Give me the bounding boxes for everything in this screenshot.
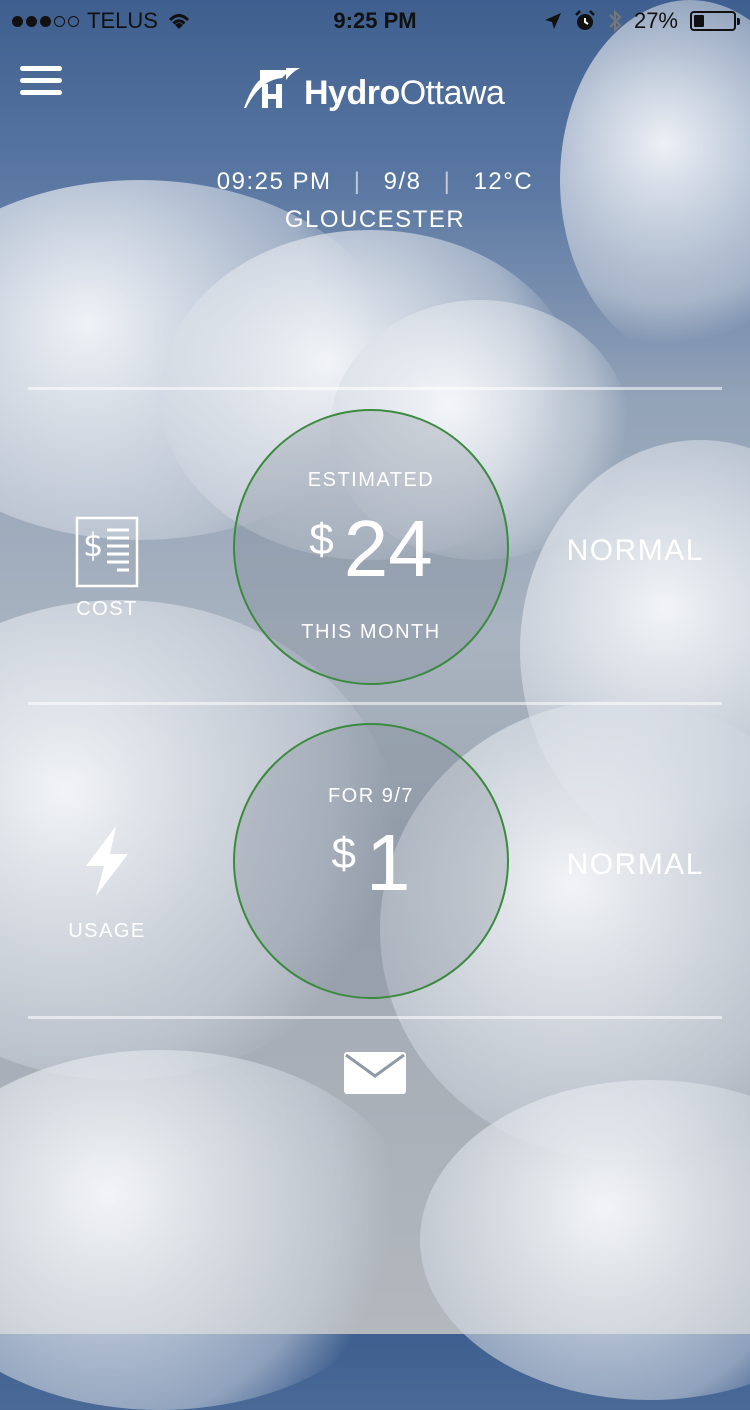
- separator: |: [353, 168, 362, 195]
- usage-label: USAGE: [68, 920, 146, 942]
- envelope-icon[interactable]: [344, 1052, 406, 1094]
- hamburger-menu-icon[interactable]: [20, 66, 62, 100]
- battery-percent: 27%: [633, 8, 678, 33]
- logo-mark-icon: [244, 68, 300, 108]
- usage-currency: $: [331, 829, 356, 878]
- info-line: 09:25 PM | 9/8 | 12°C: [0, 168, 750, 196]
- usage-top-text: FOR 9/7: [327, 785, 415, 807]
- info-date: 9/8: [383, 168, 422, 195]
- divider: [28, 702, 722, 705]
- cost-label: COST: [76, 598, 138, 620]
- status-bar: TELUS 9:25 PM 27%: [0, 0, 750, 40]
- cost-status: NORMAL: [566, 534, 704, 567]
- cost-section[interactable]: $ COST: [62, 516, 152, 621]
- alarm-clock-icon: [575, 10, 595, 30]
- info-temperature: 12°C: [473, 168, 534, 195]
- info-time: 09:25 PM: [216, 168, 332, 195]
- cost-currency: $: [309, 515, 334, 564]
- usage-section[interactable]: USAGE: [62, 826, 152, 943]
- bill-icon: $: [75, 516, 139, 588]
- usage-value: 1: [365, 818, 411, 907]
- divider: [28, 1016, 722, 1019]
- logo-text: HydroOttawa: [304, 74, 505, 112]
- hydro-ottawa-logo: HydroOttawa: [242, 66, 505, 112]
- cost-top-text: ESTIMATED: [307, 469, 435, 491]
- battery-icon: [690, 11, 740, 31]
- usage-amount: $ 1: [235, 823, 507, 903]
- cost-value: 24: [343, 504, 433, 593]
- location-arrow-icon: [544, 13, 561, 29]
- lightning-bolt-icon: [86, 826, 128, 896]
- info-city: GLOUCESTER: [284, 206, 466, 233]
- info-panel: 09:25 PM | 9/8 | 12°C GLOUCESTER: [0, 168, 750, 234]
- svg-text:$: $: [83, 526, 103, 564]
- cost-circle[interactable]: ESTIMATED $ 24 THIS MONTH: [233, 409, 509, 685]
- bluetooth-icon: [609, 9, 622, 33]
- usage-circle[interactable]: FOR 9/7 $ 1: [233, 723, 509, 999]
- cost-amount: $ 24: [235, 509, 507, 589]
- usage-status: NORMAL: [566, 848, 704, 881]
- divider: [28, 387, 722, 390]
- separator: |: [443, 168, 452, 195]
- cost-bottom-text: THIS MONTH: [301, 621, 441, 643]
